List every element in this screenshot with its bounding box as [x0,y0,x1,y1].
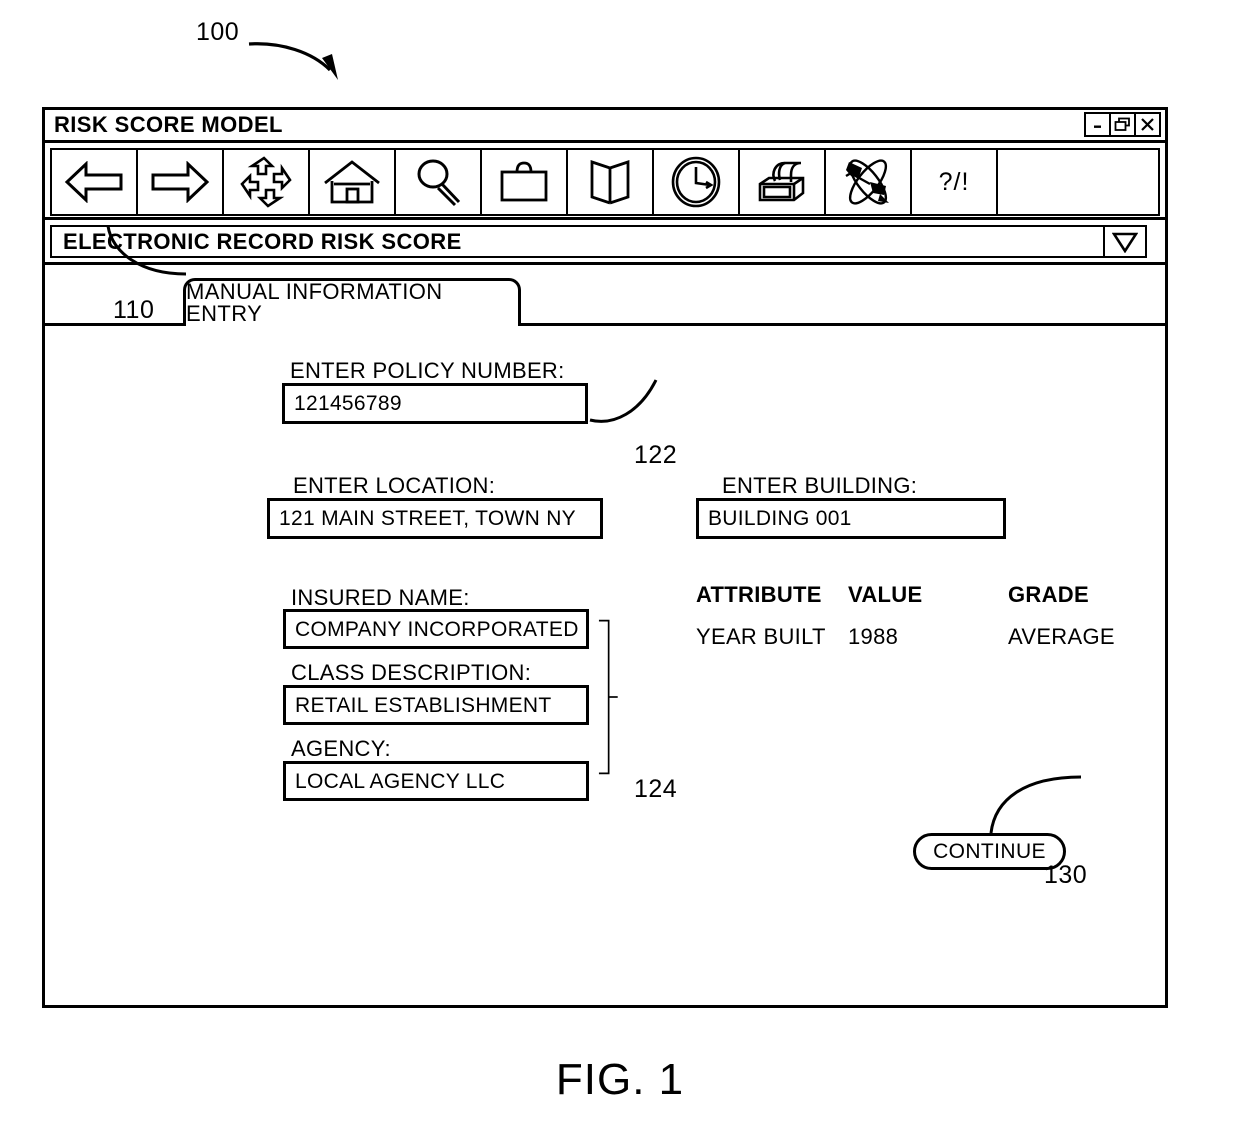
minimize-icon [1094,125,1101,128]
help-button[interactable]: ?/! [910,148,998,216]
callout-130-leader [989,775,1082,834]
window-controls [1084,112,1161,137]
agency-label: AGENCY: [291,736,391,761]
triangle-down-icon [1112,232,1138,253]
cell-value: 1988 [848,624,899,649]
printer-icon [758,161,805,202]
application-window: RISK SCORE MODEL ?/! ELECTRONIC RECORD R… [42,107,1168,1008]
toolbar-empty-cell [996,148,1160,216]
page-title: RISK SCORE MODEL [54,112,283,137]
insured-name-value: COMPANY INCORPORATED [295,617,579,641]
cyclic-arrows-icon [240,156,292,208]
location-label: ENTER LOCATION: [293,473,496,498]
briefcase-button[interactable] [480,148,568,216]
book-button[interactable] [566,148,654,216]
continue-button-label: CONTINUE [933,840,1046,863]
close-icon [1141,118,1154,131]
callout-100-leader-arrow [248,42,338,80]
history-button[interactable] [652,148,740,216]
magnifier-icon [417,159,461,207]
insured-group-bracket [598,619,618,775]
tab-strip: MANUAL INFORMATION ENTRY [45,225,1165,326]
left-arrow-icon [64,161,123,203]
form-panel: ENTER POLICY NUMBER: 121456789 ENTER LOC… [45,326,1165,926]
location-input[interactable]: 121 MAIN STREET, TOWN NY [267,498,603,539]
airplane-button[interactable] [824,148,912,216]
agency-value: LOCAL AGENCY LLC [295,769,506,793]
window-titlebar: RISK SCORE MODEL [45,110,1165,143]
building-input[interactable]: BUILDING 001 [696,498,1006,539]
column-header-grade: GRADE [1008,582,1089,607]
insured-name-input[interactable]: COMPANY INCORPORATED [283,609,589,649]
refresh-button[interactable] [222,148,310,216]
class-description-input[interactable]: RETAIL ESTABLISHMENT [283,685,589,725]
callout-110: 110 [113,296,155,324]
insured-name-label: INSURED NAME: [291,585,470,610]
home-button[interactable] [308,148,396,216]
restore-icon [1114,117,1130,131]
policy-number-label: ENTER POLICY NUMBER: [290,358,565,383]
column-header-value: VALUE [848,582,923,607]
section-bar-spacer [1147,225,1161,258]
callout-122: 122 [634,441,678,469]
agency-input[interactable]: LOCAL AGENCY LLC [283,761,589,801]
briefcase-icon [500,161,548,202]
right-arrow-icon [151,161,210,203]
toolbar: ?/! [45,143,1165,220]
section-dropdown-button[interactable] [1103,225,1147,258]
class-description-value: RETAIL ESTABLISHMENT [295,693,552,717]
section-title: ELECTRONIC RECORD RISK SCORE [50,225,1105,258]
forward-button[interactable] [136,148,224,216]
restore-button[interactable] [1109,112,1136,137]
back-button[interactable] [50,148,138,216]
cell-grade: AVERAGE [1008,624,1115,649]
clock-icon [671,156,721,208]
callout-130: 130 [1044,861,1088,889]
building-label: ENTER BUILDING: [722,473,918,498]
class-description-label: CLASS DESCRIPTION: [291,660,532,685]
attribute-table-element: ATTRIBUTE VALUE GRADE YEAR BUILT 1988 AV… [696,582,1116,650]
open-book-icon [590,160,630,205]
table-row: YEAR BUILT 1988 AVERAGE [696,624,1116,650]
help-icon: ?/! [938,167,970,196]
cell-attribute: YEAR BUILT [696,624,826,649]
location-value: 121 MAIN STREET, TOWN NY [279,507,576,530]
callout-124: 124 [634,775,678,803]
search-button[interactable] [394,148,482,216]
patent-figure-page: 100 RISK SCORE MODEL ?/! ELECTRONIC RECO… [0,0,1240,1147]
policy-number-value: 121456789 [294,392,402,415]
minimize-button[interactable] [1084,112,1111,137]
figure-caption: FIG. 1 [555,1055,685,1104]
airplane-icon [845,159,889,205]
table-header-row: ATTRIBUTE VALUE GRADE [696,582,1116,624]
print-button[interactable] [738,148,826,216]
close-button[interactable] [1134,112,1161,137]
attribute-table: ATTRIBUTE VALUE GRADE YEAR BUILT 1988 AV… [696,582,1116,650]
policy-number-input[interactable]: 121456789 [282,383,588,424]
tab-manual-information-entry[interactable]: MANUAL INFORMATION ENTRY [183,278,521,326]
building-value: BUILDING 001 [708,507,852,530]
home-icon [324,160,380,204]
section-header-bar: ELECTRONIC RECORD RISK SCORE [45,220,1165,265]
callout-122-leader [589,379,658,423]
callout-100: 100 [196,18,240,46]
column-header-attribute: ATTRIBUTE [696,582,822,607]
